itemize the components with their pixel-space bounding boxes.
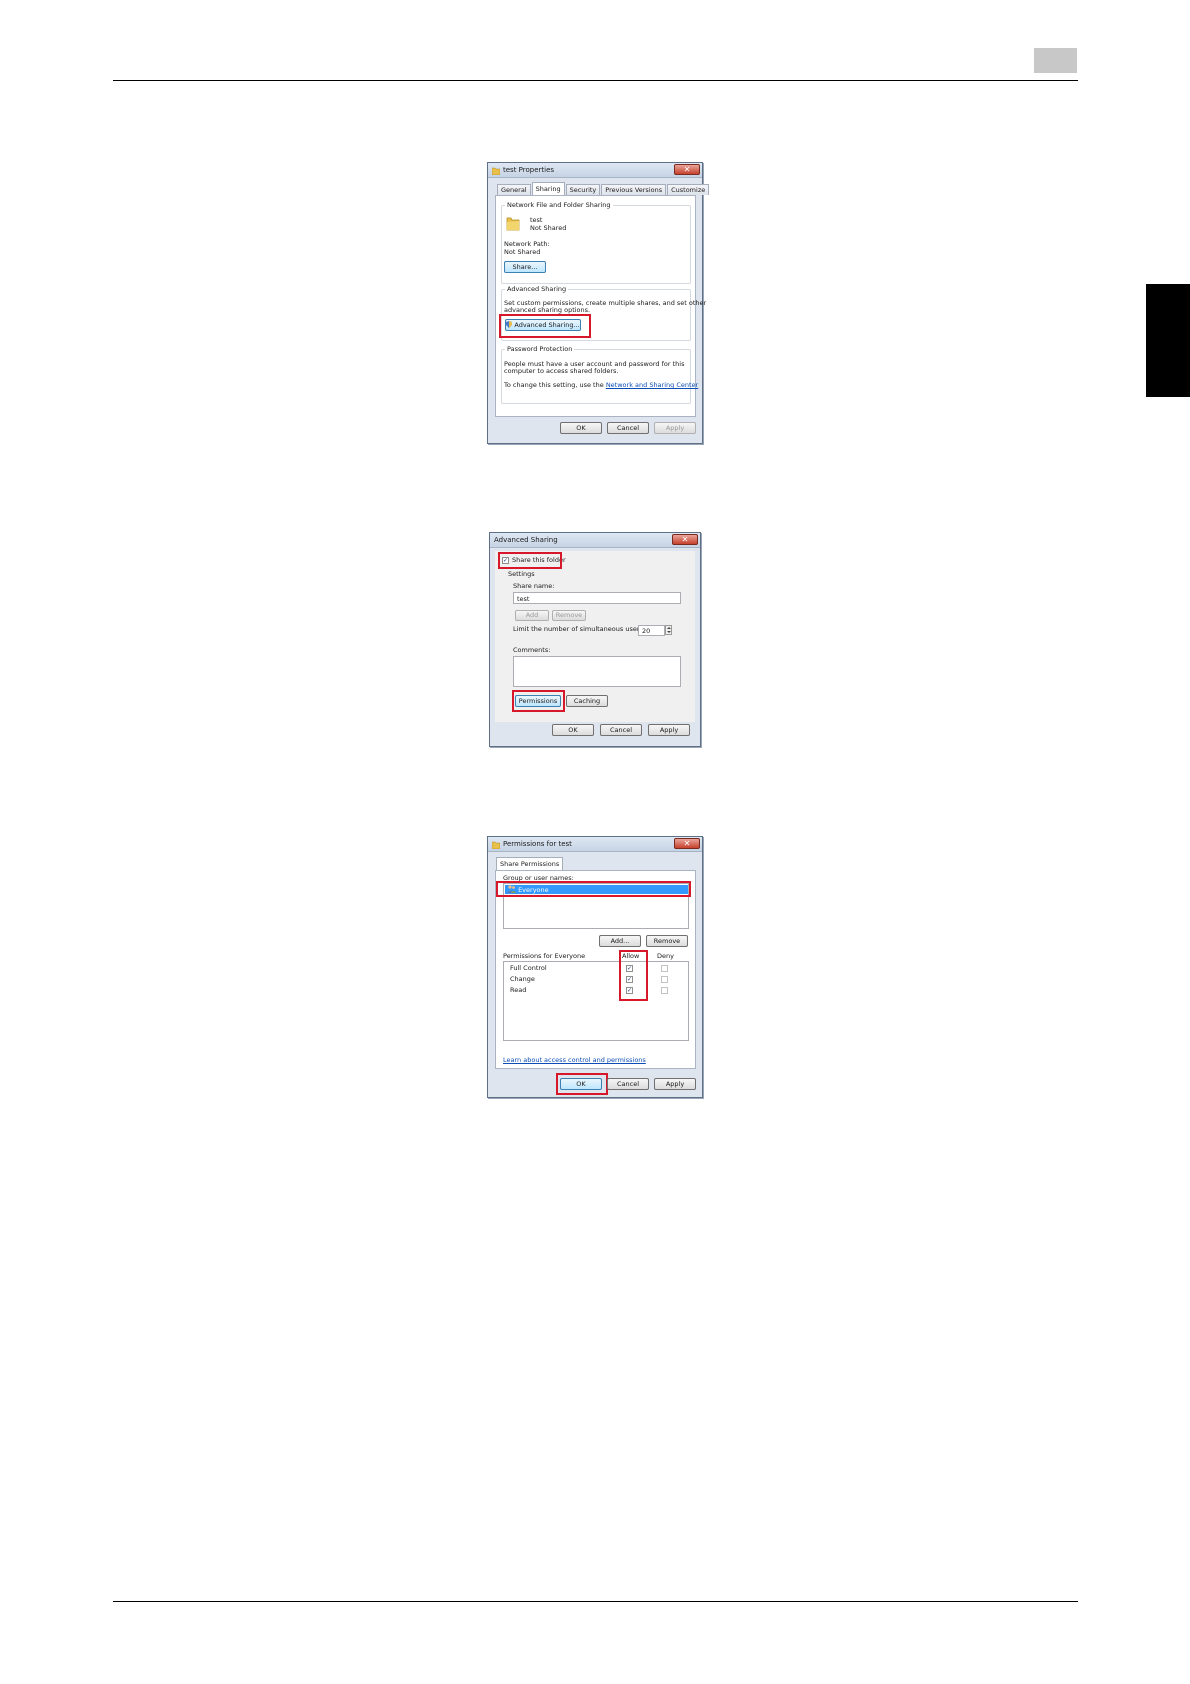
remove-button[interactable]: Remove <box>646 935 688 947</box>
network-sharing-label: Network File and Folder Sharing <box>505 201 613 209</box>
permissions-dialog: Permissions for test ✕ Share Permissions… <box>487 836 703 1098</box>
caching-button[interactable]: Caching <box>566 695 608 707</box>
settings-label: Settings <box>508 570 535 578</box>
tab-security[interactable]: Security <box>565 184 601 195</box>
network-sharing-center-link[interactable]: Network and Sharing Center <box>606 381 698 389</box>
perm-change: Change <box>510 975 535 983</box>
advanced-sharing-group: Advanced Sharing Set custom permissions,… <box>499 285 706 341</box>
add-button[interactable]: Add <box>515 610 549 621</box>
perm-full-control: Full Control <box>510 964 547 972</box>
share-folder-highlight <box>498 552 562 569</box>
sharing-panel: Network File and Folder Sharing test Not… <box>495 195 706 417</box>
password-change-prefix: To change this setting, use the <box>504 381 604 389</box>
limit-users-field[interactable]: 20 <box>638 625 665 636</box>
ok-button[interactable]: OK <box>560 422 602 434</box>
share-permissions-panel: Group or user names: Everyone Add... Rem… <box>495 870 696 1069</box>
permissions-titlebar[interactable]: Permissions for test ✕ <box>488 837 702 852</box>
advanced-sharing-highlight <box>499 314 591 338</box>
tab-sharing[interactable]: Sharing <box>531 182 565 195</box>
tab-general[interactable]: General <box>497 184 531 195</box>
chapter-side-tab <box>1146 284 1190 397</box>
close-button[interactable]: ✕ <box>672 534 698 545</box>
folder-status: Not Shared <box>530 224 567 232</box>
password-protection-group: Password Protection People must have a u… <box>501 345 698 404</box>
properties-title: test Properties <box>503 166 555 174</box>
ok-button[interactable]: OK <box>552 724 594 736</box>
password-change-text: To change this setting, use the Network … <box>504 381 698 390</box>
limit-users-value: 20 <box>642 627 651 635</box>
properties-tabs: General Sharing Security Previous Versio… <box>497 182 710 195</box>
apply-button[interactable]: Apply <box>654 422 696 434</box>
advanced-sharing-title: Advanced Sharing <box>494 536 558 544</box>
advanced-sharing-body: ✓ Share this folder Settings Share name:… <box>495 551 695 722</box>
tab-previous-versions[interactable]: Previous Versions <box>601 184 667 195</box>
comments-label: Comments: <box>513 646 551 654</box>
add-button[interactable]: Add... <box>599 935 641 947</box>
close-button[interactable]: ✕ <box>674 164 700 175</box>
advanced-sharing-label: Advanced Sharing <box>505 285 569 293</box>
tab-customize[interactable]: Customize <box>667 184 710 195</box>
deny-read-checkbox[interactable] <box>661 987 668 994</box>
share-name-field[interactable]: test <box>513 592 681 604</box>
tab-share-permissions[interactable]: Share Permissions <box>496 857 564 870</box>
advanced-sharing-dialog: Advanced Sharing ✕ ✓ Share this folder S… <box>489 532 701 747</box>
limit-users-spinner[interactable] <box>665 625 672 635</box>
cancel-button[interactable]: Cancel <box>607 1078 649 1090</box>
share-name-label: Share name: <box>513 582 555 590</box>
ok-highlight <box>556 1073 608 1095</box>
allow-column-highlight <box>619 950 648 1001</box>
apply-button[interactable]: Apply <box>648 724 690 736</box>
network-sharing-group: Network File and Folder Sharing test Not… <box>501 201 691 284</box>
comments-field[interactable] <box>513 656 681 687</box>
permissions-title: Permissions for test <box>503 840 572 848</box>
cancel-button[interactable]: Cancel <box>600 724 642 736</box>
properties-titlebar[interactable]: test Properties ✕ <box>488 163 702 178</box>
password-protection-label: Password Protection <box>505 345 575 353</box>
header-rule <box>113 80 1078 81</box>
cancel-button[interactable]: Cancel <box>607 422 649 434</box>
folder-icon <box>492 167 500 175</box>
advanced-sharing-titlebar[interactable]: Advanced Sharing ✕ <box>490 533 700 548</box>
network-path-value: Not Shared <box>504 248 541 256</box>
permissions-for-label: Permissions for Everyone <box>503 952 586 960</box>
close-button[interactable]: ✕ <box>674 838 700 849</box>
page-number-box <box>1034 48 1077 73</box>
share-name-value: test <box>517 595 530 603</box>
properties-dialog: test Properties ✕ General Sharing Securi… <box>487 162 710 444</box>
perm-read: Read <box>510 986 527 994</box>
deny-header: Deny <box>657 952 674 960</box>
deny-full-control-checkbox[interactable] <box>661 965 668 972</box>
remove-button[interactable]: Remove <box>552 610 586 621</box>
limit-users-label: Limit the number of simultaneous users t… <box>513 625 654 633</box>
footer-rule <box>113 1601 1078 1602</box>
everyone-highlight <box>496 881 691 897</box>
deny-change-checkbox[interactable] <box>661 976 668 983</box>
permissions-list: Full Control Change Read ✓ ✓ ✓ <box>503 961 689 1041</box>
permissions-tabs: Share Permissions <box>496 857 564 870</box>
apply-button[interactable]: Apply <box>654 1078 696 1090</box>
folder-icon <box>506 217 520 231</box>
learn-access-control-link[interactable]: Learn about access control and permissio… <box>503 1056 646 1065</box>
folder-icon <box>492 841 500 849</box>
share-button[interactable]: Share... <box>504 261 546 273</box>
password-line-2: computer to access shared folders. <box>504 367 619 375</box>
permissions-highlight <box>512 690 565 712</box>
